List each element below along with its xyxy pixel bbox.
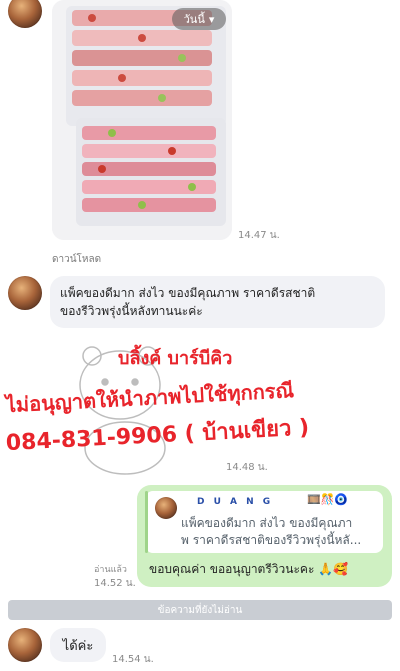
photo-message[interactable]	[52, 0, 232, 240]
quote-bar	[145, 491, 148, 553]
quoted-text: แพ็คของดีมาก ส่งไว ของมีคุณภา พ ราคาดีรส…	[181, 515, 377, 549]
watermark-line-3: 084-831-9906 ( บ้านเขียว )	[5, 415, 309, 456]
message-text-line: ของรีวิวพรุ่งนี้หลังทานนะค่ะ	[60, 304, 203, 318]
incoming-message-bubble[interactable]: แพ็คของดีมาก ส่งไว ของมีคุณภาพ ราคาดีรสช…	[50, 276, 385, 328]
quoted-avatar	[155, 497, 177, 519]
read-status: อ่านแล้ว	[94, 565, 127, 575]
emoji-icons: 🎞️🎊🧿	[307, 493, 349, 506]
chevron-down-icon: ▾	[208, 12, 215, 26]
today-label: วันนี้	[183, 13, 205, 26]
download-link[interactable]: ดาวน์โหลด	[52, 252, 101, 267]
message-text-line: แพ็คของดีมาก ส่งไว ของมีคุณภาพ ราคาดีรสช…	[60, 286, 316, 300]
reply-text: ขอบคุณค่า ขออนุญาตรีวิวนะคะ 🙏🥰	[149, 562, 349, 576]
reply-time: 14.52 น.	[94, 578, 136, 589]
today-dropdown[interactable]: วันนี้ ▾	[172, 8, 226, 30]
sticker-image: บลิ้งค์ บาร์บีคิว ไม่อนุญาตให้นำภาพไปใช้…	[3, 344, 310, 475]
quoted-text-line: พ ราคาดีรสชาติของรีวิวพรุ่งนี้หลั...	[181, 533, 362, 547]
outgoing-reply-bubble[interactable]: D U A N G 🎞️🎊🧿 แพ็คของดีมาก ส่งไว ของมีค…	[137, 485, 392, 587]
quoted-sender-name: D U A N G	[197, 497, 274, 507]
photo-time: 14.47 น.	[238, 230, 280, 241]
sender-avatar[interactable]	[8, 276, 42, 310]
watermark-line-2: ไม่อนุญาตให้นำภาพไปใช้ทุกกรณี	[3, 378, 295, 418]
last-message-time: 14.54 น.	[112, 654, 154, 665]
quoted-text-line: แพ็คของดีมาก ส่งไว ของมีคุณภา	[181, 516, 353, 530]
skewer-pack-image	[52, 0, 232, 240]
sender-avatar[interactable]	[8, 628, 42, 662]
sticker-time: 14.48 น.	[226, 462, 268, 473]
watermark-line-1: บลิ้งค์ บาร์บีคิว	[118, 344, 232, 369]
quoted-message[interactable]: D U A N G 🎞️🎊🧿 แพ็คของดีมาก ส่งไว ของมีค…	[145, 491, 383, 553]
unread-divider: ข้อความที่ยังไม่อ่าน	[8, 600, 392, 620]
sender-avatar[interactable]	[8, 0, 42, 28]
incoming-message-bubble[interactable]: ได้ค่ะ	[50, 628, 106, 662]
